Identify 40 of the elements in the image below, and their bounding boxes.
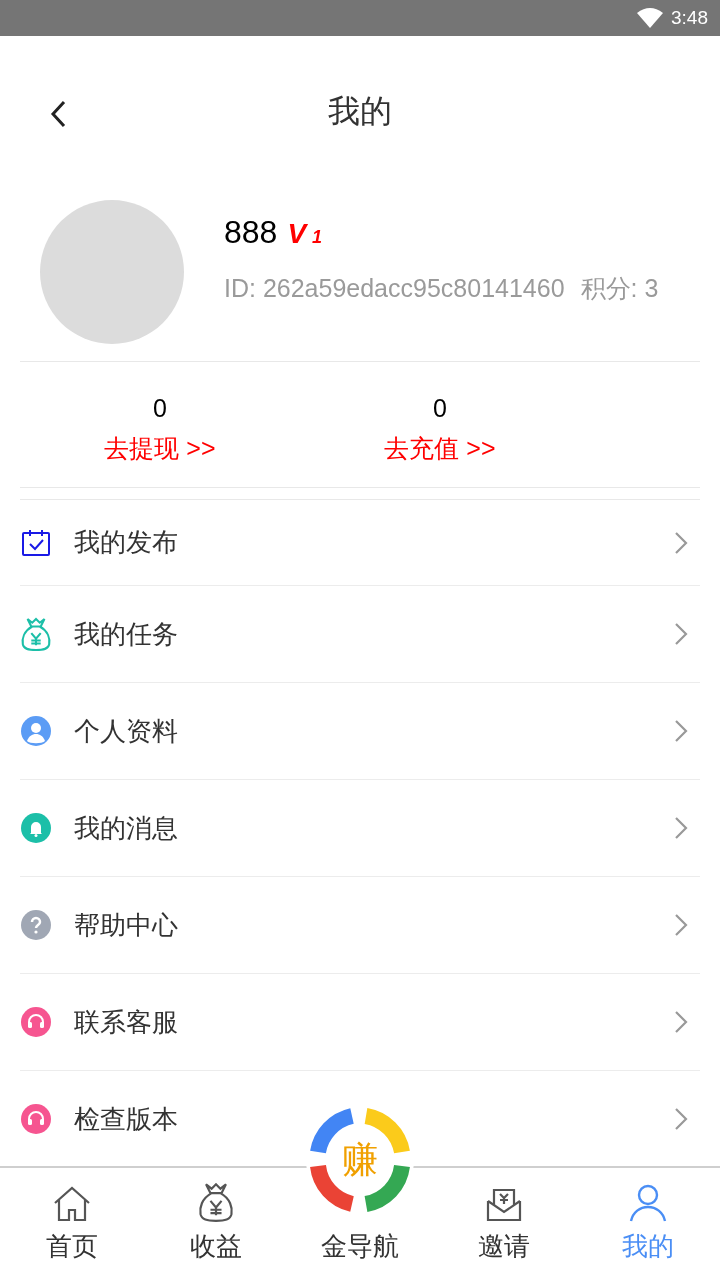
home-icon: [52, 1185, 92, 1223]
stat-value: 0: [433, 393, 447, 424]
menu-item[interactable]: 我的消息: [20, 780, 700, 877]
user-id: ID: 262a59edacc95c80141460: [224, 273, 565, 304]
chevron-right-icon: [674, 530, 688, 555]
chevron-right-icon: [674, 622, 688, 646]
menu-label: 我的发布: [74, 526, 178, 559]
stat-value: 0: [153, 393, 167, 424]
menu-label: 检查版本: [74, 1102, 178, 1136]
chevron-right-icon: [674, 816, 688, 840]
stat-link[interactable]: 去充值 >>: [384, 429, 496, 467]
back-icon: [50, 100, 66, 128]
nav-tab[interactable]: 收益: [144, 1168, 288, 1280]
menu-label: 联系客服: [74, 1005, 178, 1039]
nav-tab[interactable]: 金导航: [321, 1227, 399, 1266]
points: 积分: 3: [580, 273, 659, 304]
status-time: 3:48: [671, 5, 708, 30]
wifi-icon: [637, 8, 663, 28]
person-icon: [628, 1183, 668, 1223]
chevron-right-icon: [674, 1107, 688, 1131]
chevron-right-icon: [674, 913, 688, 937]
menu-item[interactable]: 联系客服: [20, 974, 700, 1071]
user-name: 888: [224, 216, 278, 248]
nav-tab[interactable]: 首页: [0, 1168, 144, 1280]
menu-item[interactable]: 我的任务: [20, 586, 700, 683]
page-title: 我的: [328, 92, 392, 131]
menu-item[interactable]: 个人资料: [20, 683, 700, 780]
stat-link[interactable]: 去提现 >>: [104, 429, 216, 467]
nav-tab[interactable]: 邀请: [432, 1168, 576, 1280]
vip-level-label: V 1: [287, 220, 323, 248]
envelope-icon: [485, 1187, 523, 1223]
menu-item[interactable]: 我的发布: [20, 500, 700, 586]
chevron-right-icon: [674, 1010, 688, 1034]
menu-label: 个人资料: [74, 714, 178, 748]
menu-label: 我的任务: [74, 617, 178, 651]
menu-label: 我的消息: [74, 811, 178, 845]
chevron-right-icon: [674, 719, 688, 743]
menu-item[interactable]: 帮助中心: [20, 877, 700, 974]
menu-label: 帮助中心: [74, 908, 178, 942]
money-bag-icon: [197, 1181, 235, 1223]
